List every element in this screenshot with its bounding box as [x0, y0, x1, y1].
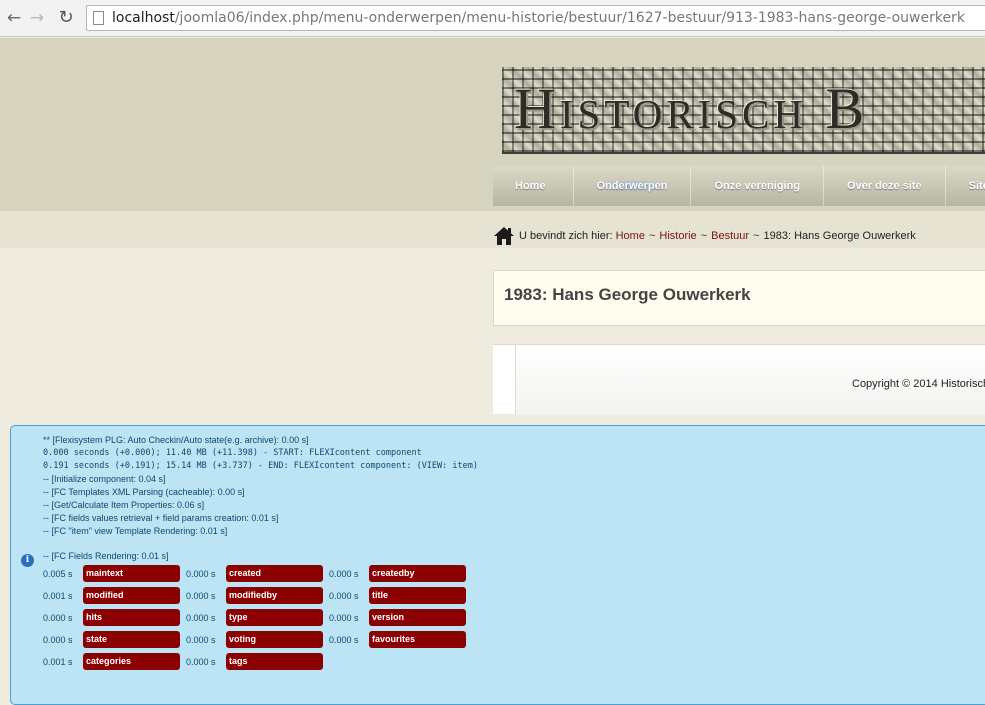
- timing-cell: 0.000 s state: [43, 631, 193, 649]
- menu-item-sitemap[interactable]: Siten: [946, 166, 985, 206]
- timing-value: 0.005 s: [43, 569, 73, 579]
- timing-value: 0.000 s: [329, 635, 359, 645]
- debug-line: 0.000 seconds (+0.000); 11.40 MB (+11.39…: [43, 448, 422, 458]
- timing-cell: 0.005 s maintext: [43, 565, 193, 583]
- timing-value: 0.000 s: [329, 613, 359, 623]
- debug-line: -- [FC Templates XML Parsing (cacheable)…: [43, 487, 245, 497]
- timing-cell: 0.000 s createdby: [329, 565, 479, 583]
- url-path: /joomla06/index.php/menu-onderwerpen/men…: [174, 10, 965, 26]
- timing-cell: 0.000 s version: [329, 609, 479, 627]
- timing-value: 0.000 s: [186, 635, 216, 645]
- breadcrumb-separator: ~: [648, 230, 656, 242]
- field-badge: tags: [226, 653, 323, 670]
- field-badge: favourites: [369, 631, 466, 648]
- field-badge: state: [83, 631, 180, 648]
- field-badge: hits: [83, 609, 180, 626]
- timing-cell: 0.000 s created: [186, 565, 336, 583]
- breadcrumb-current: 1983: Hans George Ouwerkerk: [763, 230, 916, 242]
- field-badge: maintext: [83, 565, 180, 582]
- field-badge: type: [226, 609, 323, 626]
- home-icon: [493, 225, 515, 247]
- browser-toolbar: ← → ↻ localhost/joomla06/index.php/menu-…: [0, 0, 985, 37]
- field-badge: createdby: [369, 565, 466, 582]
- timing-value: 0.000 s: [329, 569, 359, 579]
- field-badge: version: [369, 609, 466, 626]
- debug-panel: ** [Flexisystem PLG: Auto Checkin/Auto s…: [10, 425, 985, 705]
- fields-rendering-line: -- [FC Fields Rendering: 0.01 s]: [43, 551, 169, 561]
- timing-value: 0.000 s: [186, 613, 216, 623]
- timing-value: 0.000 s: [186, 591, 216, 601]
- menu-item-onze-vereniging[interactable]: Onze vereniging: [691, 166, 825, 206]
- site-logo[interactable]: Historisch B: [502, 67, 985, 154]
- site-footer: Copyright © 2014 Historisch: [493, 344, 985, 415]
- footer-panel: Copyright © 2014 Historisch: [515, 345, 985, 415]
- debug-line: -- [FC "item" view Template Rendering: 0…: [43, 526, 228, 536]
- field-badge: voting: [226, 631, 323, 648]
- timing-cell: 0.001 s categories: [43, 653, 193, 671]
- field-badge: categories: [83, 653, 180, 670]
- timing-cell: 0.000 s modifiedby: [186, 587, 336, 605]
- menu-item-label: Siten: [968, 180, 985, 192]
- menu-item-over-deze-site[interactable]: Over deze site: [824, 166, 946, 206]
- debug-line: -- [Initialize component: 0.04 s]: [43, 474, 166, 484]
- debug-line: 0.191 seconds (+0.191); 15.14 MB (+3.737…: [43, 461, 478, 471]
- reload-icon[interactable]: ↻: [55, 7, 77, 29]
- field-badge: created: [226, 565, 323, 582]
- main-menu: Home Onderwerpen Onze vereniging Over de…: [493, 166, 985, 206]
- timing-cell: 0.000 s tags: [186, 653, 336, 671]
- breadcrumb-link-historie[interactable]: Historie: [659, 230, 696, 242]
- field-badge: title: [369, 587, 466, 604]
- debug-line: -- [FC fields values retrieval + field p…: [43, 513, 279, 523]
- breadcrumb-link-home[interactable]: Home: [616, 230, 645, 242]
- timing-cell: 0.000 s favourites: [329, 631, 479, 649]
- breadcrumb-separator: ~: [700, 230, 708, 242]
- menu-item-label: Home: [515, 180, 546, 192]
- url-text[interactable]: localhost/joomla06/index.php/menu-onderw…: [112, 10, 965, 26]
- timing-value: 0.001 s: [43, 657, 73, 667]
- article-header: 1983: Hans George Ouwerkerk: [493, 270, 985, 326]
- forward-arrow-icon[interactable]: →: [26, 7, 48, 29]
- breadcrumb-link-bestuur[interactable]: Bestuur: [711, 230, 749, 242]
- menu-item-label: Onderwerpen: [596, 180, 668, 192]
- menu-item-label: Onze vereniging: [714, 180, 801, 192]
- address-bar[interactable]: localhost/joomla06/index.php/menu-onderw…: [86, 5, 985, 31]
- timing-value: 0.000 s: [43, 613, 73, 623]
- debug-line: -- [Get/Calculate Item Properties: 0.06 …: [43, 500, 205, 510]
- timing-value: 0.000 s: [186, 657, 216, 667]
- breadcrumb: U bevindt zich hier: Home ~ Historie ~ B…: [493, 224, 916, 248]
- menu-item-home[interactable]: Home: [493, 166, 574, 206]
- page-icon: [93, 11, 104, 25]
- timing-value: 0.001 s: [43, 591, 73, 601]
- debug-line: ** [Flexisystem PLG: Auto Checkin/Auto s…: [43, 435, 309, 445]
- timing-cell: 0.000 s hits: [43, 609, 193, 627]
- timing-value: 0.000 s: [186, 569, 216, 579]
- timing-cell: 0.000 s voting: [186, 631, 336, 649]
- site-header: Historisch B Home Onderwerpen Onze veren…: [0, 38, 985, 211]
- copyright-text: Copyright © 2014 Historisch: [852, 378, 985, 390]
- page-title: 1983: Hans George Ouwerkerk: [504, 285, 751, 304]
- back-arrow-icon[interactable]: ←: [3, 7, 25, 29]
- menu-item-onderwerpen[interactable]: Onderwerpen: [574, 166, 692, 206]
- field-badge: modifiedby: [226, 587, 323, 604]
- info-icon: i: [21, 554, 34, 567]
- url-host: localhost: [112, 10, 175, 26]
- field-badge: modified: [83, 587, 180, 604]
- timing-cell: 0.000 s type: [186, 609, 336, 627]
- timing-value: 0.000 s: [329, 591, 359, 601]
- timing-cell: 0.000 s title: [329, 587, 479, 605]
- timing-value: 0.000 s: [43, 635, 73, 645]
- logo-text: Historisch B: [514, 76, 869, 141]
- breadcrumb-separator: ~: [753, 230, 760, 242]
- breadcrumb-prefix: U bevindt zich hier:: [519, 230, 613, 242]
- menu-item-label: Over deze site: [847, 180, 922, 192]
- timing-cell: 0.001 s modified: [43, 587, 193, 605]
